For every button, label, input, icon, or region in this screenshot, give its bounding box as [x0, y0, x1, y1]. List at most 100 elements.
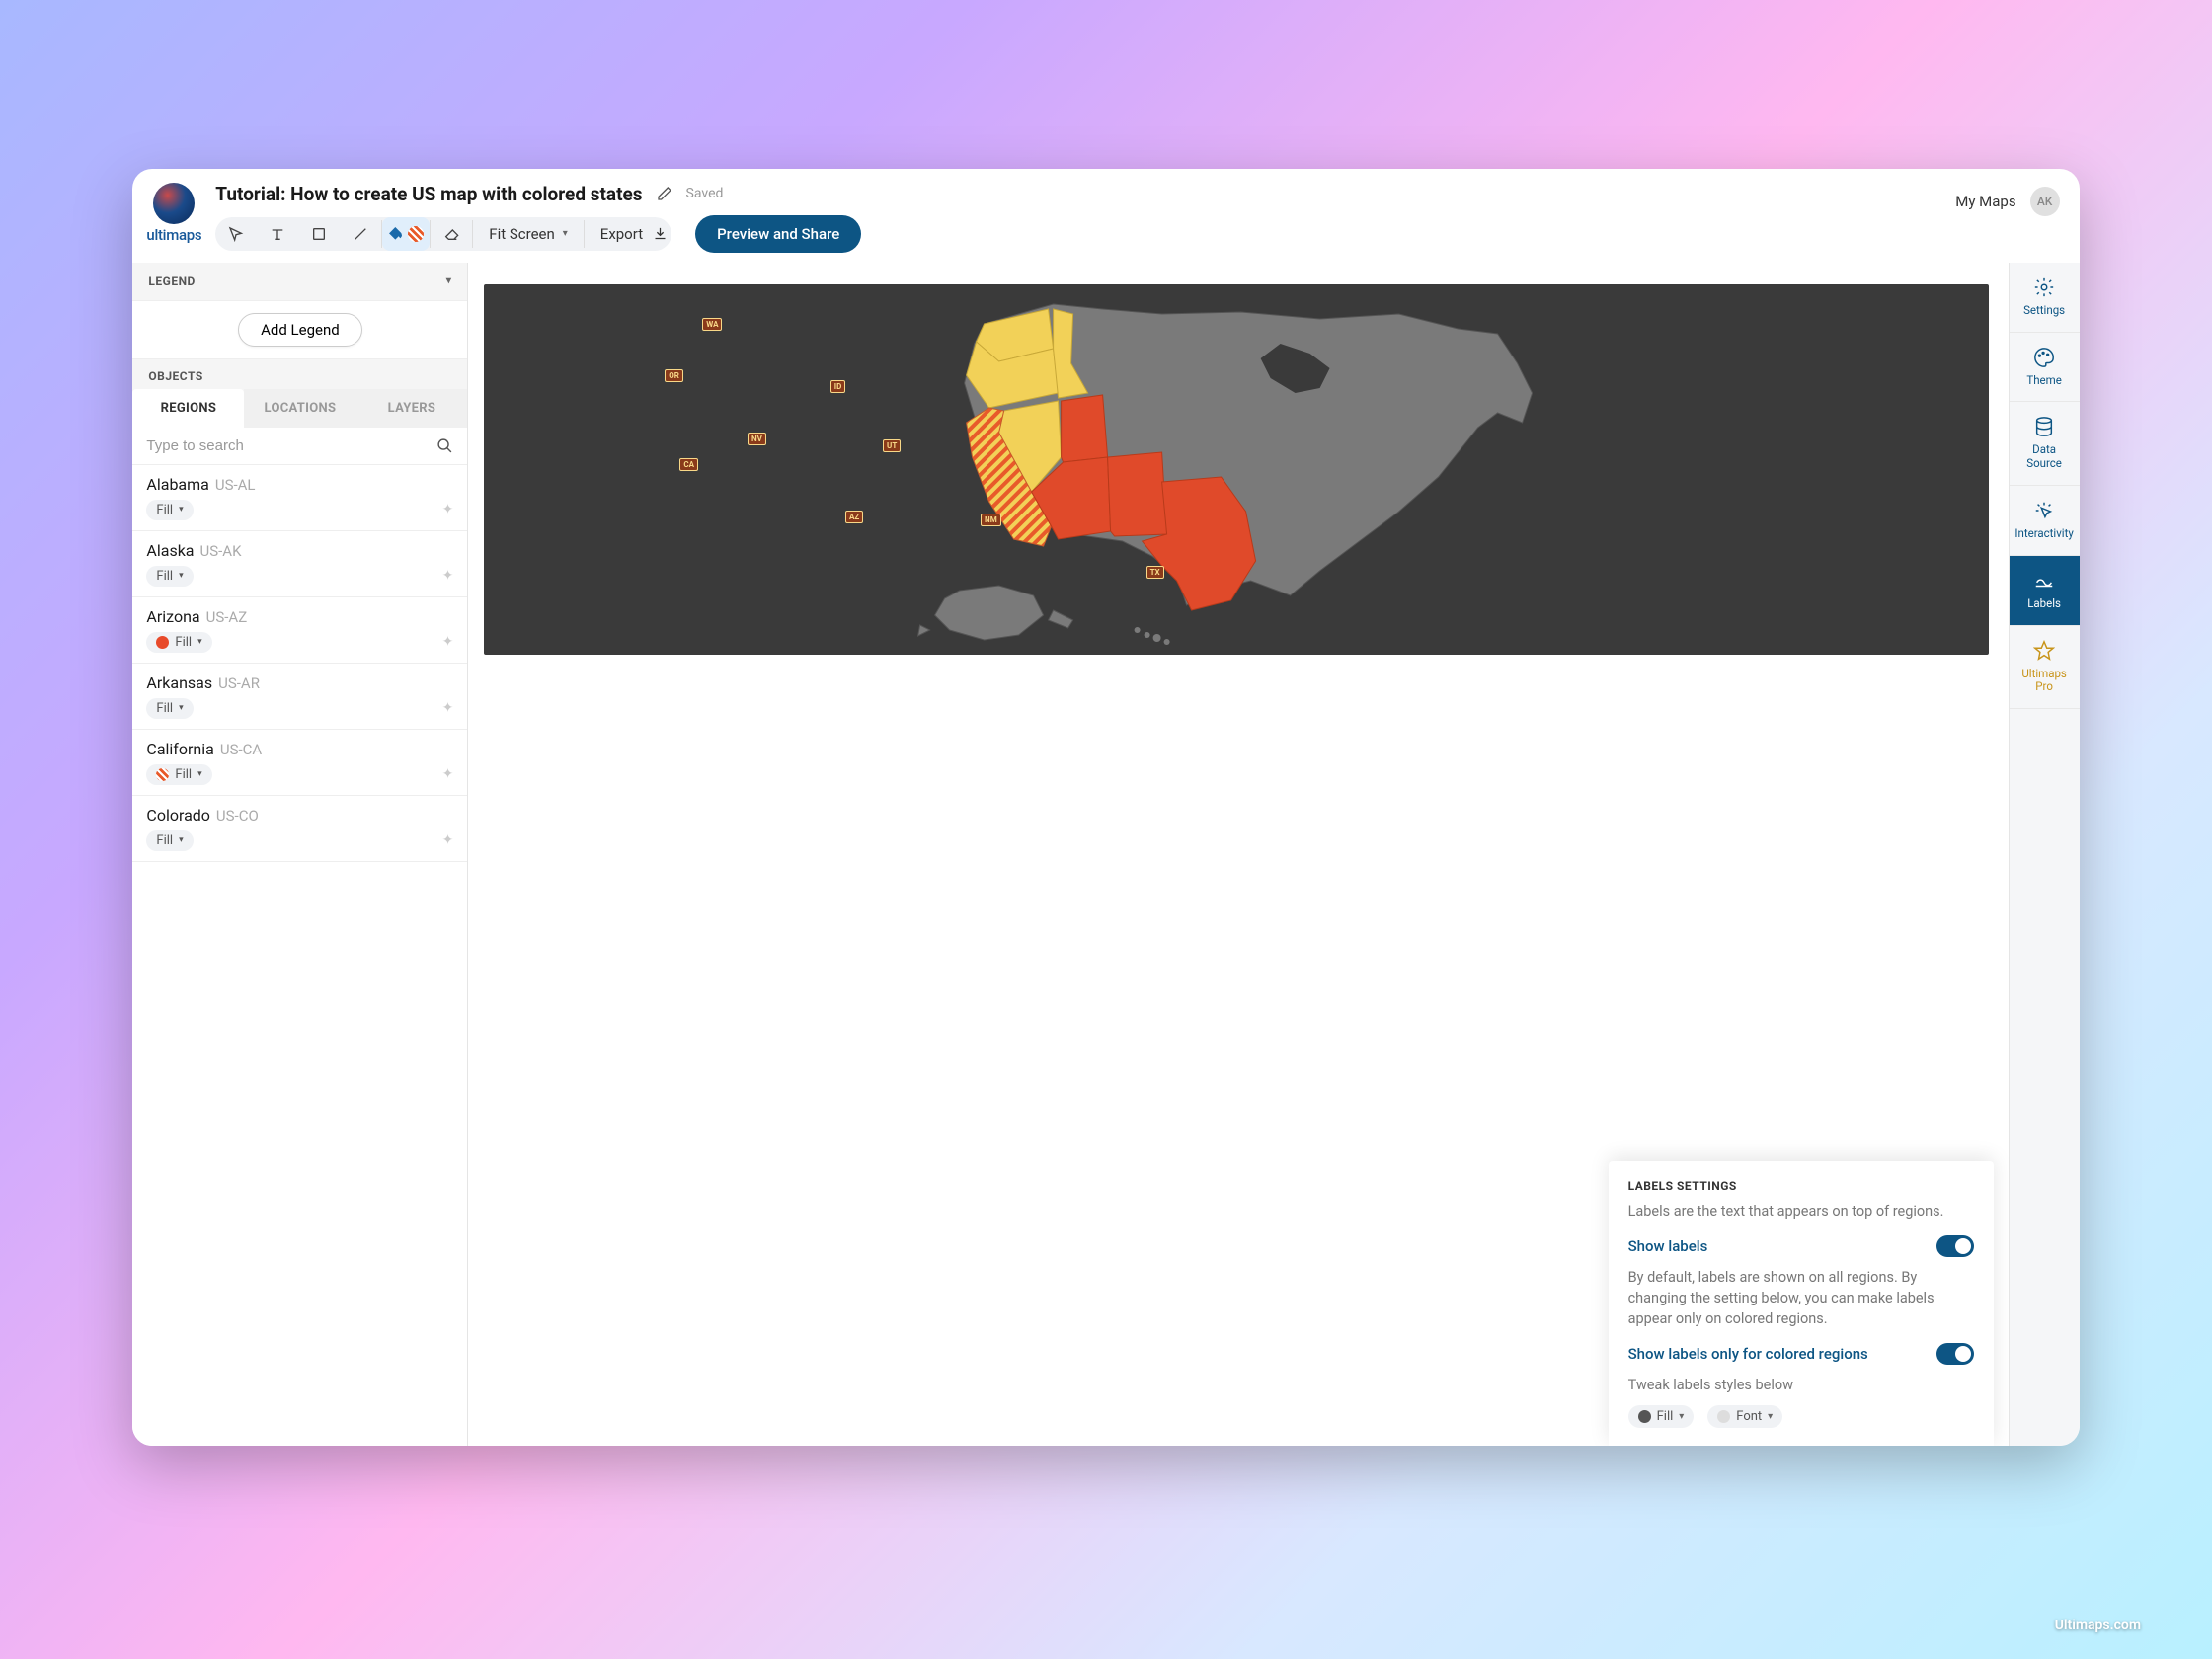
- my-maps-link[interactable]: My Maps: [1955, 193, 2015, 210]
- fill-chip[interactable]: Fill▾: [146, 500, 193, 520]
- tool-group: Fit Screen ▾ Export: [215, 217, 672, 251]
- rail-data-source[interactable]: Data Source: [2010, 402, 2080, 486]
- cursor-click-icon: [2033, 500, 2055, 521]
- labels-settings-panel: LABELS SETTINGS Labels are the text that…: [1609, 1161, 1994, 1446]
- fill-style-chip[interactable]: Fill ▾: [1628, 1405, 1695, 1428]
- rail-labels[interactable]: Labels: [2010, 556, 2080, 626]
- show-labels-label: Show labels: [1628, 1237, 1708, 1255]
- footer-credit: Ultimaps.com: [2055, 1618, 2141, 1633]
- search-icon[interactable]: [436, 437, 453, 454]
- chevron-down-icon: ▾: [179, 505, 184, 514]
- saved-status: Saved: [686, 186, 724, 201]
- tab-regions[interactable]: REGIONS: [132, 389, 244, 428]
- region-item[interactable]: Colorado US-COFill▾✦: [132, 796, 467, 862]
- add-legend-button[interactable]: Add Legend: [238, 313, 362, 347]
- show-colored-toggle[interactable]: [1936, 1343, 1974, 1365]
- export-button[interactable]: Export: [585, 217, 683, 251]
- fit-screen-dropdown[interactable]: Fit Screen ▾: [473, 217, 584, 251]
- rail-pro[interactable]: Ultimaps Pro: [2010, 626, 2080, 710]
- region-code: US-AK: [200, 542, 242, 560]
- us-hawaii: [1135, 627, 1170, 645]
- region-name: Arizona: [146, 607, 199, 626]
- chevron-down-icon: ▾: [179, 703, 184, 713]
- legend-header[interactable]: LEGEND ▾: [132, 263, 467, 301]
- label-ut: UT: [883, 439, 901, 452]
- label-nm: NM: [981, 514, 1001, 526]
- region-name: Alaska: [146, 541, 194, 560]
- doc-title: Tutorial: How to create US map with colo…: [215, 183, 642, 205]
- pattern-icon: [408, 226, 424, 242]
- cursor-icon: ✦: [442, 502, 454, 517]
- tweak-label: Tweak labels styles below: [1628, 1375, 1974, 1395]
- region-item[interactable]: Alaska US-AK Fill▾ ✦: [132, 531, 467, 597]
- chevron-down-icon: ▾: [446, 276, 452, 286]
- state-ut[interactable]: [1062, 395, 1108, 462]
- palette-icon: [2033, 347, 2055, 368]
- state-nm[interactable]: [1108, 452, 1167, 536]
- database-icon: [2033, 416, 2055, 437]
- label-ca: CA: [679, 458, 698, 471]
- rail-settings[interactable]: Settings: [2010, 263, 2080, 333]
- tab-locations[interactable]: LOCATIONS: [244, 389, 356, 428]
- objects-header: OBJECTS: [132, 359, 467, 389]
- chevron-down-icon: ▾: [563, 228, 568, 239]
- panel-title: LABELS SETTINGS: [1628, 1179, 1974, 1193]
- tab-layers[interactable]: LAYERS: [356, 389, 467, 428]
- show-colored-label: Show labels only for colored regions: [1628, 1345, 1868, 1363]
- label-id: ID: [830, 380, 846, 393]
- text-tool[interactable]: [257, 217, 298, 251]
- rail-interactivity[interactable]: Interactivity: [2010, 486, 2080, 556]
- us-alaska: [918, 586, 1073, 640]
- preview-share-button[interactable]: Preview and Share: [695, 215, 861, 253]
- region-name: California: [146, 740, 213, 758]
- fill-chip[interactable]: Fill▾: [146, 632, 211, 653]
- region-name: Alabama: [146, 475, 208, 494]
- fill-swatch-icon: [156, 768, 169, 781]
- line-tool[interactable]: [340, 217, 381, 251]
- pencil-icon[interactable]: [657, 186, 672, 201]
- fill-chip[interactable]: Fill▾: [146, 830, 193, 851]
- cursor-tool[interactable]: [215, 217, 257, 251]
- label-wa: WA: [702, 318, 722, 331]
- rail-theme[interactable]: Theme: [2010, 333, 2080, 403]
- chevron-down-icon: ▾: [1768, 1411, 1773, 1422]
- fill-chip[interactable]: Fill▾: [146, 764, 211, 785]
- cursor-icon: ✦: [442, 832, 454, 848]
- region-name: Colorado: [146, 806, 210, 825]
- search-input[interactable]: [146, 437, 427, 454]
- panel-desc: By default, labels are shown on all regi…: [1628, 1267, 1974, 1329]
- region-name: Arkansas: [146, 673, 212, 692]
- region-item[interactable]: Arizona US-AZ Fill▾ ✦: [132, 597, 467, 664]
- map-canvas[interactable]: WA OR ID NV UT CA AZ NM TX: [484, 284, 1988, 655]
- erase-tool[interactable]: [431, 217, 472, 251]
- chevron-down-icon: ▾: [198, 769, 202, 779]
- fill-chip[interactable]: Fill▾: [146, 698, 193, 719]
- fill-swatch-icon: [156, 636, 169, 649]
- fill-tool[interactable]: [382, 217, 430, 251]
- chevron-down-icon: ▾: [179, 835, 184, 845]
- fill-chip[interactable]: Fill▾: [146, 566, 193, 587]
- region-item[interactable]: Arkansas US-AR Fill▾ ✦: [132, 664, 467, 730]
- label-nv: NV: [748, 433, 766, 445]
- logo[interactable]: ultimaps: [146, 183, 201, 244]
- avatar[interactable]: AK: [2030, 187, 2060, 216]
- region-code: US-AR: [218, 674, 260, 692]
- region-code: US-AL: [215, 476, 256, 494]
- cursor-icon: ✦: [442, 700, 454, 716]
- rect-tool[interactable]: [298, 217, 340, 251]
- label-tx: TX: [1146, 566, 1164, 579]
- chevron-down-icon: ▾: [179, 571, 184, 581]
- download-icon: [653, 226, 668, 241]
- cursor-icon: ✦: [442, 634, 454, 650]
- star-icon: [2033, 640, 2055, 662]
- region-item[interactable]: California US-CAFill▾✦: [132, 730, 467, 796]
- region-item[interactable]: Alabama US-AL Fill▾ ✦: [132, 465, 467, 531]
- paint-bucket-icon: [388, 226, 404, 242]
- font-style-chip[interactable]: Font ▾: [1707, 1405, 1782, 1428]
- cursor-icon: ✦: [442, 568, 454, 584]
- chevron-down-icon: ▾: [198, 637, 202, 647]
- show-labels-toggle[interactable]: [1936, 1235, 1974, 1257]
- region-code: US-AZ: [206, 608, 248, 626]
- font-swatch-icon: [1717, 1410, 1730, 1423]
- region-code: US-CA: [220, 741, 262, 758]
